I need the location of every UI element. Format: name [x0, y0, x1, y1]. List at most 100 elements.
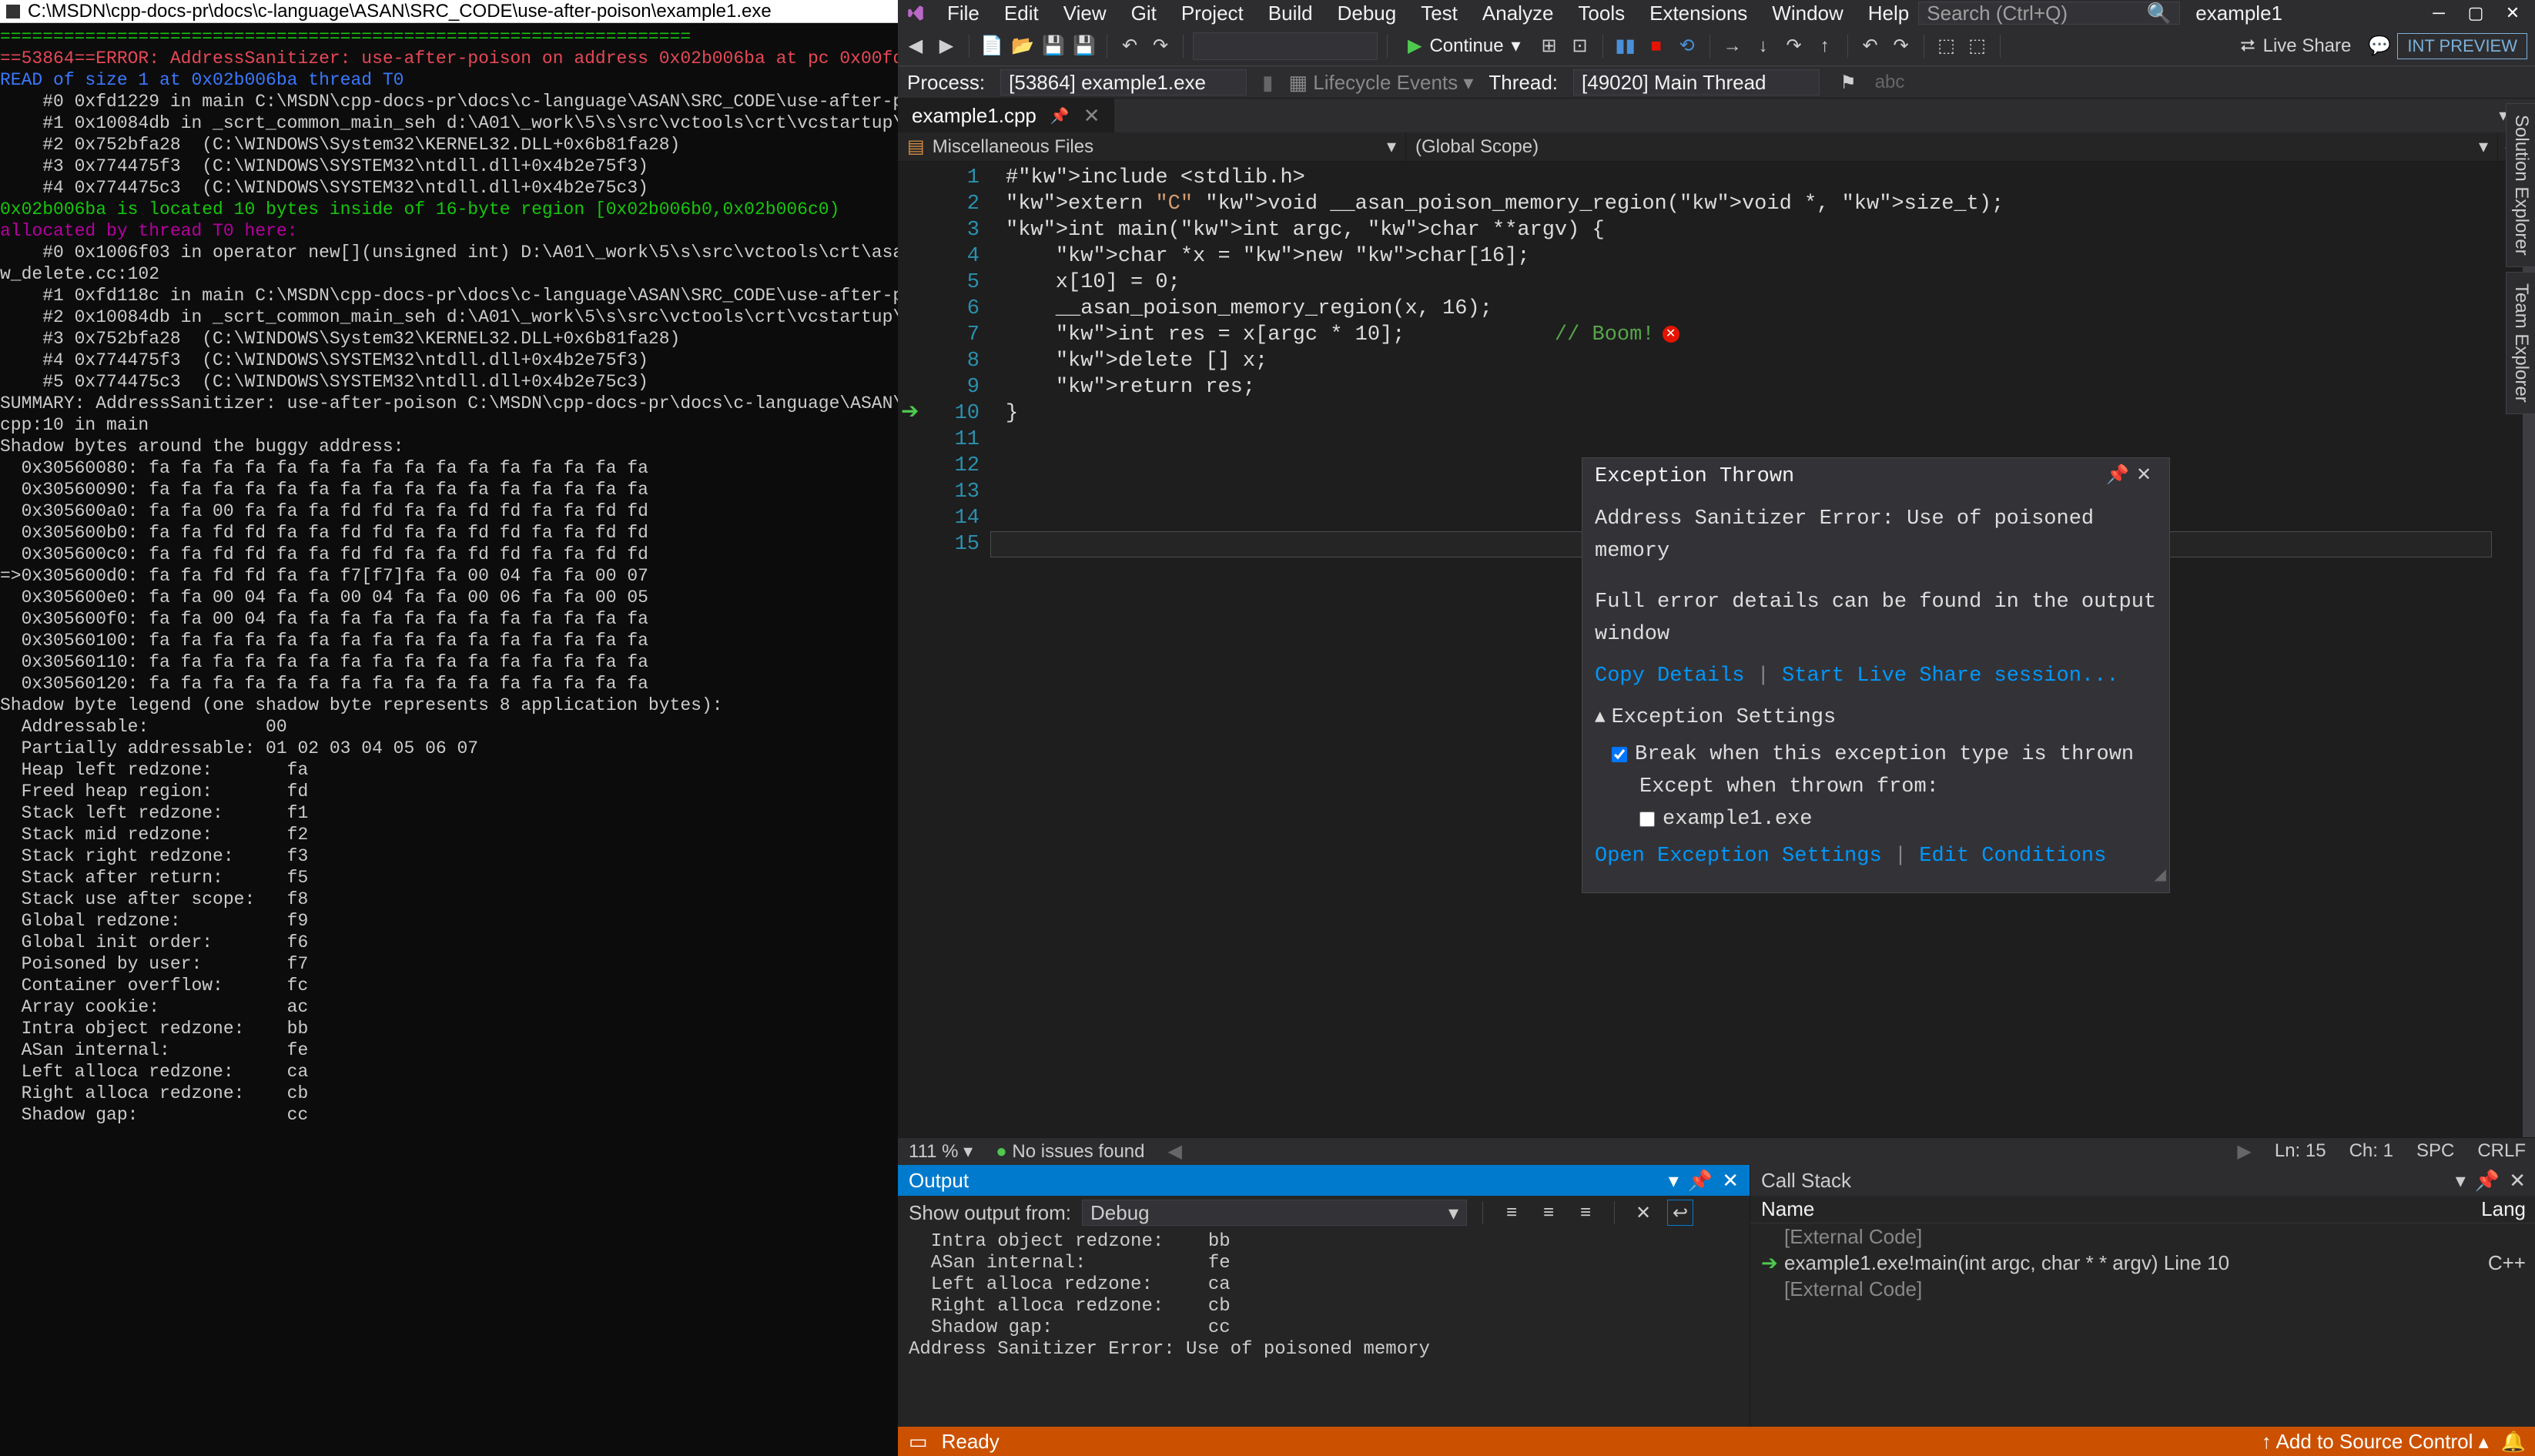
show-next-stmt-button[interactable]: →: [1720, 33, 1746, 59]
restart-button[interactable]: ⟲: [1674, 33, 1700, 59]
maximize-button[interactable]: ▢: [2458, 2, 2493, 25]
save-button[interactable]: 💾: [1040, 33, 1067, 59]
menu-analyze[interactable]: Analyze: [1473, 0, 1563, 28]
scope-context-dropdown[interactable]: (Global Scope) ▾: [1406, 132, 2498, 161]
start-liveshare-link[interactable]: Start Live Share session...: [1782, 664, 2118, 688]
menu-debug[interactable]: Debug: [1328, 0, 1406, 28]
zoom-level[interactable]: 111 % ▾: [909, 1140, 973, 1163]
process-dropdown[interactable]: [53864] example1.exe: [1000, 69, 1247, 95]
minimize-button[interactable]: ─: [2421, 2, 2456, 25]
close-icon[interactable]: ✕: [2509, 1169, 2526, 1193]
char-indicator[interactable]: Ch: 1: [2349, 1140, 2393, 1163]
vs-logo-icon[interactable]: [904, 2, 927, 25]
search-input[interactable]: Search (Ctrl+Q) 🔍: [1918, 2, 2180, 25]
module-checkbox[interactable]: [1639, 812, 1655, 827]
dbg-tool-b[interactable]: ⬚: [1964, 33, 1991, 59]
menu-build[interactable]: Build: [1259, 0, 1322, 28]
break-checkbox[interactable]: [1612, 747, 1627, 762]
dbg-step-back[interactable]: ↶: [1857, 33, 1884, 59]
menu-git[interactable]: Git: [1122, 0, 1166, 28]
pause-button[interactable]: ▮▮: [1612, 33, 1639, 59]
close-icon[interactable]: ✕: [1722, 1169, 1739, 1193]
new-item-button[interactable]: 📄: [979, 33, 1005, 59]
notifications-icon[interactable]: 🔔: [2501, 1430, 2526, 1454]
indent-indicator[interactable]: SPC: [2416, 1140, 2454, 1163]
project-context-dropdown[interactable]: ▤ Miscellaneous Files ▾: [898, 132, 1406, 161]
step-out-button[interactable]: ↑: [1812, 33, 1838, 59]
dbg-btn-1[interactable]: ⊞: [1536, 33, 1562, 59]
pin-icon[interactable]: 📌: [1050, 106, 1070, 126]
eol-indicator[interactable]: CRLF: [2477, 1140, 2526, 1163]
dbg-tool-a[interactable]: ⬚: [1934, 33, 1960, 59]
file-tab-example1[interactable]: example1.cpp 📌 ✕: [898, 99, 1114, 132]
open-exception-settings-link[interactable]: Open Exception Settings: [1595, 845, 1882, 868]
menu-window[interactable]: Window: [1763, 0, 1852, 28]
col-lang[interactable]: Lang: [2481, 1197, 2526, 1221]
config-dropdown[interactable]: [1193, 32, 1378, 60]
callstack-row[interactable]: [External Code]: [1750, 1276, 2535, 1302]
output-btn-1[interactable]: ≡: [1499, 1200, 1525, 1226]
dbg-step-fwd[interactable]: ↷: [1888, 33, 1914, 59]
feedback-button[interactable]: 💬: [2366, 33, 2393, 59]
undo-button[interactable]: ↶: [1117, 33, 1143, 59]
step-into-button[interactable]: ↓: [1750, 33, 1777, 59]
resize-grip-icon[interactable]: ◢: [2155, 863, 2166, 889]
col-name[interactable]: Name: [1761, 1197, 1814, 1221]
menu-project[interactable]: Project: [1172, 0, 1253, 28]
lifecycle-events[interactable]: ▦ Lifecycle Events ▾: [1288, 71, 1473, 95]
menu-help[interactable]: Help: [1859, 0, 1918, 28]
dbg-btn-2[interactable]: ⊡: [1567, 33, 1593, 59]
continue-button[interactable]: ▶ Continue ▾: [1397, 32, 1532, 60]
output-btn-3[interactable]: ≡: [1572, 1200, 1599, 1226]
menu-edit[interactable]: Edit: [995, 0, 1048, 28]
pin-icon[interactable]: 📌: [1688, 1169, 1713, 1193]
liveshare-button[interactable]: ⮂ Live Share: [2240, 35, 2351, 57]
issues-status[interactable]: ● No issues found: [996, 1141, 1144, 1163]
team-explorer-tab[interactable]: Team Explorer: [2506, 272, 2535, 414]
stackframe-button[interactable]: abc: [1877, 69, 1903, 95]
output-header[interactable]: Output ▾ 📌 ✕: [898, 1165, 1750, 1196]
output-toolbar: Show output from: Debug ▾ ≡ ≡ ≡ ✕ ↩: [898, 1196, 1750, 1230]
output-wrap-button[interactable]: ↩: [1667, 1200, 1693, 1226]
menu-test[interactable]: Test: [1411, 0, 1467, 28]
output-content[interactable]: Intra object redzone: bb ASan internal: …: [898, 1230, 1750, 1427]
callstack-row[interactable]: ➔example1.exe!main(int argc, char * * ar…: [1750, 1250, 2535, 1276]
menu-tools[interactable]: Tools: [1569, 0, 1634, 28]
output-from-dropdown[interactable]: Debug ▾: [1082, 1200, 1467, 1226]
thread-dropdown[interactable]: [49020] Main Thread: [1573, 69, 1820, 95]
window-position-icon[interactable]: ▾: [1669, 1169, 1679, 1193]
console-titlebar[interactable]: C:\MSDN\cpp-docs-pr\docs\c-language\ASAN…: [0, 0, 898, 23]
stop-button[interactable]: ■: [1643, 33, 1669, 59]
copy-details-link[interactable]: Copy Details: [1595, 664, 1744, 688]
redo-button[interactable]: ↷: [1147, 33, 1174, 59]
menu-extensions[interactable]: Extensions: [1640, 0, 1756, 28]
pin-icon[interactable]: 📌: [2475, 1169, 2500, 1193]
callstack-rows[interactable]: [External Code]➔example1.exe!main(int ar…: [1750, 1223, 2535, 1427]
output-clear-button[interactable]: ✕: [1630, 1200, 1656, 1226]
step-over-button[interactable]: ↷: [1781, 33, 1807, 59]
close-icon[interactable]: ✕: [1083, 104, 1100, 128]
add-source-control-button[interactable]: ↑ Add to Source Control ▴: [2262, 1430, 2489, 1454]
save-all-button[interactable]: 💾: [1071, 33, 1097, 59]
close-button[interactable]: ✕: [2495, 2, 2530, 25]
callstack-row[interactable]: [External Code]: [1750, 1223, 2535, 1250]
close-icon[interactable]: ✕: [2131, 464, 2157, 490]
window-position-icon[interactable]: ▾: [2456, 1169, 2466, 1193]
callstack-header[interactable]: Call Stack ▾ 📌 ✕: [1750, 1165, 2535, 1196]
nav-fwd-button[interactable]: ▶: [933, 33, 959, 59]
open-button[interactable]: 📂: [1010, 33, 1036, 59]
nav-back-button[interactable]: ◀: [902, 33, 929, 59]
console-body[interactable]: ========================================…: [0, 23, 898, 1456]
output-icon[interactable]: ▭: [909, 1430, 928, 1454]
solution-explorer-tab[interactable]: Solution Explorer: [2506, 103, 2535, 267]
flag-button[interactable]: ⚑: [1835, 69, 1861, 95]
output-panel: Output ▾ 📌 ✕ Show output from: Debug ▾ ≡…: [898, 1165, 1750, 1427]
pin-icon[interactable]: 📌: [2105, 464, 2131, 490]
menu-file[interactable]: File: [938, 0, 989, 28]
line-indicator[interactable]: Ln: 15: [2275, 1140, 2326, 1163]
menu-view[interactable]: View: [1054, 0, 1116, 28]
code-editor[interactable]: ➔ 123456789101112131415 #"kw">include <s…: [898, 162, 2535, 1137]
exception-settings-disclosure[interactable]: ▴ Exception Settings: [1595, 697, 2157, 738]
edit-conditions-link[interactable]: Edit Conditions: [1919, 845, 2106, 868]
output-btn-2[interactable]: ≡: [1535, 1200, 1562, 1226]
